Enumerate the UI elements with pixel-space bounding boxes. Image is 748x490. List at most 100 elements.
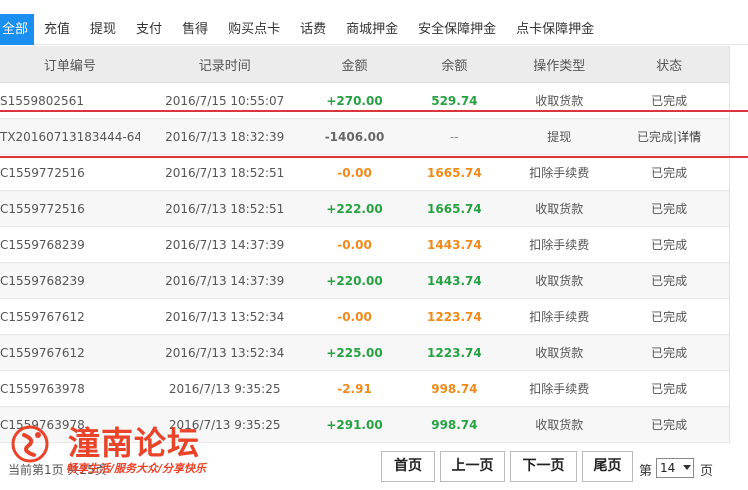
order-number: C1559772516 [0, 165, 85, 180]
table-row: S1559802561 2016/7/15 10:55:07 +270.00 5… [0, 83, 729, 119]
record-time: 2016/7/13 13:52:34 [165, 309, 285, 324]
tab-phone-fee[interactable]: 话费 [290, 14, 336, 45]
header-order-no: 订单编号 [43, 58, 96, 74]
status: 已完成 [651, 382, 688, 396]
header-time: 记录时间 [198, 58, 251, 74]
amount: +291.00 [326, 417, 383, 432]
amount: -0.00 [337, 309, 372, 324]
amount: +225.00 [326, 345, 383, 360]
table-header: 订单编号 记录时间 金额 余额 操作类型 状态 [0, 46, 729, 83]
tab-buy-card[interactable]: 购买点卡 [218, 14, 290, 45]
header-status: 状态 [656, 58, 683, 74]
status: 已完成 [651, 238, 688, 252]
record-time: 2016/7/13 9:35:25 [168, 381, 281, 396]
prev-page-button[interactable]: 上一页 [440, 451, 505, 482]
page-suffix: 页 [700, 464, 714, 479]
balance: 998.74 [431, 381, 478, 396]
amount: +270.00 [326, 93, 383, 108]
table-row: TX20160713183444-64072 2016/7/13 18:32:3… [0, 119, 729, 155]
operation-type: 收取货款 [535, 274, 584, 288]
record-time: 2016/7/13 18:52:51 [165, 165, 285, 180]
header-balance: 余额 [441, 58, 468, 74]
order-number: C1559767612 [0, 345, 85, 360]
tab-income[interactable]: 售得 [172, 14, 218, 45]
order-number: C1559768239 [0, 237, 85, 252]
table-row: C1559768239 2016/7/13 14:37:39 +220.00 1… [0, 263, 729, 299]
tab-recharge[interactable]: 充值 [34, 14, 80, 45]
order-number: C1559763978 [0, 417, 85, 432]
status: 已完成 [651, 274, 688, 288]
order-number: C1559768239 [0, 273, 85, 288]
header-type: 操作类型 [533, 58, 586, 74]
operation-type: 扣除手续费 [529, 310, 590, 324]
table-row: C1559767612 2016/7/13 13:52:34 -0.00 122… [0, 299, 729, 335]
tab-card-deposit[interactable]: 点卡保障押金 [506, 14, 604, 45]
order-number: TX20160713183444-64072 [0, 129, 140, 144]
record-time: 2016/7/13 14:37:39 [165, 273, 285, 288]
status: 已完成 [651, 346, 688, 360]
status: 已完成 [651, 94, 688, 108]
transaction-table: 订单编号 记录时间 金额 余额 操作类型 状态 S1559802561 2016… [0, 46, 730, 443]
last-page-button[interactable]: 尾页 [582, 451, 633, 482]
operation-type: 收取货款 [535, 202, 584, 216]
operation-type: 提现 [547, 130, 572, 144]
order-number: S1559802561 [0, 93, 84, 108]
highlight-line-bottom [0, 156, 748, 158]
order-number: C1559772516 [0, 201, 85, 216]
record-time: 2016/7/13 9:35:25 [168, 417, 281, 432]
tab-mall-deposit[interactable]: 商城押金 [336, 14, 408, 45]
table-row: C1559763978 2016/7/13 9:35:25 -2.91 998.… [0, 371, 729, 407]
highlight-line-top [0, 110, 748, 112]
status: 已完成 [651, 418, 688, 432]
table-row: C1559772516 2016/7/13 18:52:51 -0.00 166… [0, 155, 729, 191]
filter-tabs: 全部 充值 提现 支付 售得 购买点卡 话费 商城押金 安全保障押金 点卡保障押… [0, 14, 748, 45]
operation-type: 扣除手续费 [529, 166, 590, 180]
status: 已完成 [651, 310, 688, 324]
page-select-value: 14 [660, 461, 676, 475]
operation-type: 收取货款 [535, 346, 584, 360]
pagination: 当前第1页 共25页 首页 上一页 下一页 尾页 第 14 页 [0, 451, 748, 483]
status: 已完成 [651, 166, 688, 180]
balance: 998.74 [431, 417, 478, 432]
operation-type: 收取货款 [535, 418, 584, 432]
tab-security-deposit[interactable]: 安全保障押金 [408, 14, 506, 45]
table-row: C1559768239 2016/7/13 14:37:39 -0.00 144… [0, 227, 729, 263]
record-time: 2016/7/13 18:52:51 [165, 201, 285, 216]
tab-all[interactable]: 全部 [0, 14, 35, 45]
next-page-button[interactable]: 下一页 [510, 451, 577, 482]
table-row: C1559763978 2016/7/13 9:35:25 +291.00 99… [0, 407, 729, 443]
operation-type: 扣除手续费 [529, 382, 590, 396]
balance: 529.74 [431, 93, 478, 108]
header-amount: 金额 [341, 58, 368, 74]
first-page-button[interactable]: 首页 [381, 451, 435, 482]
record-time: 2016/7/13 14:37:39 [165, 237, 285, 252]
balance: 1223.74 [427, 309, 482, 324]
record-time: 2016/7/15 10:55:07 [165, 93, 285, 108]
page-prefix: 第 [639, 464, 653, 479]
order-number: C1559767612 [0, 309, 85, 324]
balance: 1665.74 [427, 201, 482, 216]
amount: -0.00 [337, 165, 372, 180]
page-info: 当前第1页 共25页 [8, 463, 107, 477]
record-time: 2016/7/13 13:52:34 [165, 345, 285, 360]
amount: +220.00 [326, 273, 383, 288]
status-text: 已完成 [637, 130, 674, 144]
operation-type: 扣除手续费 [529, 238, 590, 252]
balance: 1443.74 [427, 273, 482, 288]
balance: -- [450, 129, 459, 144]
amount: +222.00 [326, 201, 383, 216]
page-select[interactable]: 14 [656, 458, 694, 478]
amount: -2.91 [337, 381, 372, 396]
balance: 1665.74 [427, 165, 482, 180]
operation-type: 收取货款 [535, 94, 584, 108]
amount: -0.00 [337, 237, 372, 252]
order-number: C1559763978 [0, 381, 85, 396]
balance: 1223.74 [427, 345, 482, 360]
amount: -1406.00 [324, 129, 385, 144]
status: 已完成|详情 [609, 128, 729, 145]
detail-link[interactable]: 详情 [677, 130, 701, 144]
tab-withdraw[interactable]: 提现 [80, 14, 126, 45]
balance: 1443.74 [427, 237, 482, 252]
record-time: 2016/7/13 18:32:39 [165, 129, 285, 144]
tab-payment[interactable]: 支付 [126, 14, 172, 45]
